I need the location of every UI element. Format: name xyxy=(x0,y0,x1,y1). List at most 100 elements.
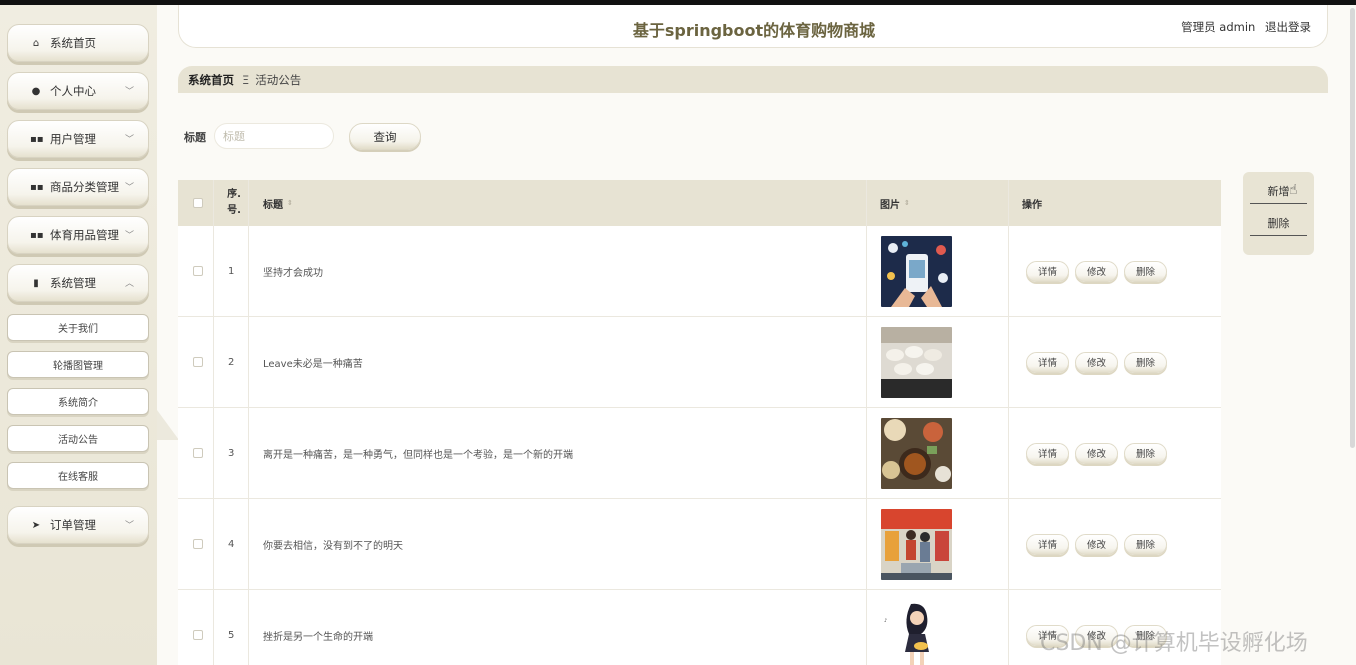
phone-apps-image[interactable] xyxy=(881,235,952,307)
sidebar-item-label: 系统管理 xyxy=(50,276,96,290)
table-row: 2 Leave未必是一种痛苦 详情 修改 删除 xyxy=(178,317,1221,408)
shopping-illustration-image[interactable] xyxy=(881,508,952,580)
search-input[interactable] xyxy=(214,123,334,149)
page-scrollbar[interactable] xyxy=(1350,8,1355,448)
home-icon: ⌂ xyxy=(32,37,40,49)
site-title: 基于springboot的体育购物商城 xyxy=(632,21,876,40)
table-row: 1 坚持才会成功 详情 修改 删除 xyxy=(178,226,1221,317)
row-checkbox[interactable] xyxy=(193,266,203,276)
detail-button[interactable]: 详情 xyxy=(1026,260,1069,282)
row-checkbox[interactable] xyxy=(193,357,203,367)
sidebar-item-personal[interactable]: ● 个人中心 ﹀ xyxy=(7,72,149,110)
action-panel: 新增 删除 xyxy=(1243,172,1314,255)
edit-button[interactable]: 修改 xyxy=(1075,351,1118,373)
bar-chart-icon: ▮ xyxy=(33,277,39,289)
header: 基于springboot的体育购物商城 管理员 admin 退出登录 xyxy=(178,5,1328,48)
sidebar-item-label: 商品分类管理 xyxy=(50,180,119,194)
sidebar-item-home[interactable]: ⌂ 系统首页 xyxy=(7,24,149,62)
girl-illustration-image[interactable]: ♪ xyxy=(881,599,952,665)
sidebar-item-label: 体育用品管理 xyxy=(50,228,119,242)
select-all-checkbox[interactable] xyxy=(193,198,203,208)
notice-table: 序.号. 标题 ⇕ 图片 ⇕ 操作 1 坚持才会成功 详情 修改 删除 2 Le… xyxy=(178,180,1221,665)
breadcrumb-home[interactable]: 系统首页 xyxy=(188,72,234,88)
send-icon: ➤ xyxy=(31,519,41,531)
sidebar-item-label: 订单管理 xyxy=(50,518,96,532)
sidebar-item-label: 用户管理 xyxy=(50,132,96,146)
grid-icon: ▪▪ xyxy=(30,181,44,193)
search-label: 标题 xyxy=(184,131,206,144)
sort-icon: ⇕ xyxy=(904,199,910,207)
edit-button[interactable]: 修改 xyxy=(1075,442,1118,464)
bulk-delete-button[interactable]: 删除 xyxy=(1250,210,1307,236)
header-user-area: 管理员 admin 退出登录 xyxy=(1175,19,1311,35)
sidebar-subitem-intro[interactable]: 系统简介 xyxy=(7,388,149,415)
table-row: 3 离开是一种痛苦，是一种勇气，但同样也是一个考验，是一个新的开端 详情 修改 … xyxy=(178,408,1221,499)
sidebar: ⌂ 系统首页 ● 个人中心 ﹀ ▪▪ 用户管理 ﹀ ▪▪ 商品分类管理 ﹀ ▪▪… xyxy=(0,5,157,665)
sidebar-subitem-notice[interactable]: 活动公告 xyxy=(7,425,149,452)
detail-button[interactable]: 详情 xyxy=(1026,351,1069,373)
column-header-ops-text: 操作 xyxy=(1022,199,1042,211)
column-header-image[interactable]: 图片 ⇕ xyxy=(880,180,910,226)
delete-button[interactable]: 删除 xyxy=(1124,351,1167,373)
detail-button[interactable]: 详情 xyxy=(1026,442,1069,464)
sidebar-subitem-carousel[interactable]: 轮播图管理 xyxy=(7,351,149,378)
row-title: 你要去相信，没有到不了的明天 xyxy=(263,540,403,552)
delete-button[interactable]: 删除 xyxy=(1124,533,1167,555)
row-title: 挫折是另一个生命的开端 xyxy=(263,631,373,643)
grid-icon: ▪▪ xyxy=(30,229,44,241)
chevron-down-icon: ﹀ xyxy=(124,135,134,145)
dumplings-image[interactable] xyxy=(881,326,952,398)
chevron-down-icon: ﹀ xyxy=(124,231,134,241)
sidebar-subitem-service[interactable]: 在线客服 xyxy=(7,462,149,489)
row-index: 2 xyxy=(228,356,235,368)
sidebar-item-users[interactable]: ▪▪ 用户管理 ﹀ xyxy=(7,120,149,158)
chevron-up-icon: ︿ xyxy=(124,279,134,289)
column-header-ops: 操作 xyxy=(1022,180,1042,226)
table-row: 4 你要去相信，没有到不了的明天 详情 修改 删除 xyxy=(178,499,1221,590)
svg-text:♪: ♪ xyxy=(884,618,887,624)
row-title: 坚持才会成功 xyxy=(263,267,323,279)
search-button[interactable]: 查询 xyxy=(349,123,421,150)
row-checkbox[interactable] xyxy=(193,630,203,640)
sidebar-item-label: 个人中心 xyxy=(50,84,96,98)
column-header-title[interactable]: 标题 ⇕ xyxy=(263,180,293,226)
current-user: 管理员 admin xyxy=(1181,20,1256,34)
chevron-down-icon: ﹀ xyxy=(124,183,134,193)
sort-icon: ⇕ xyxy=(287,199,293,207)
detail-button[interactable]: 详情 xyxy=(1026,533,1069,555)
food-table-image[interactable] xyxy=(881,417,952,489)
breadcrumb-separator-icon: Ξ xyxy=(242,72,250,87)
row-index: 1 xyxy=(228,265,235,277)
chevron-down-icon: ﹀ xyxy=(124,521,134,531)
row-checkbox[interactable] xyxy=(193,539,203,549)
row-index: 3 xyxy=(228,447,235,459)
watermark: CSDN @计算机毕设孵化场 xyxy=(1040,631,1308,656)
sidebar-item-system[interactable]: ▮ 系统管理 ︿ xyxy=(7,264,149,302)
edit-button[interactable]: 修改 xyxy=(1075,533,1118,555)
sidebar-subitem-about[interactable]: 关于我们 xyxy=(7,314,149,341)
column-header-image-text: 图片 xyxy=(880,199,900,211)
delete-button[interactable]: 删除 xyxy=(1124,260,1167,282)
chevron-down-icon: ﹀ xyxy=(124,87,134,97)
sidebar-item-sports-goods[interactable]: ▪▪ 体育用品管理 ﹀ xyxy=(7,216,149,254)
sidebar-item-label: 系统首页 xyxy=(50,36,96,50)
delete-button[interactable]: 删除 xyxy=(1124,442,1167,464)
decorative-triangle xyxy=(157,410,179,440)
breadcrumb: 系统首页 Ξ 活动公告 xyxy=(178,66,1328,93)
add-button[interactable]: 新增 xyxy=(1250,178,1307,204)
column-header-index: 序.号. xyxy=(227,189,241,216)
sidebar-item-orders[interactable]: ➤ 订单管理 ﹀ xyxy=(7,506,149,544)
select-all-cell xyxy=(193,180,203,226)
row-index: 4 xyxy=(228,538,235,550)
row-title: 离开是一种痛苦，是一种勇气，但同样也是一个考验，是一个新的开端 xyxy=(263,449,573,461)
column-header-title-text: 标题 xyxy=(263,199,283,211)
row-title: Leave未必是一种痛苦 xyxy=(263,358,363,370)
logout-link[interactable]: 退出登录 xyxy=(1265,20,1311,34)
user-icon: ● xyxy=(31,85,41,97)
row-checkbox[interactable] xyxy=(193,448,203,458)
row-index: 5 xyxy=(228,629,235,641)
mouse-cursor-icon: ☝ xyxy=(1289,182,1298,198)
edit-button[interactable]: 修改 xyxy=(1075,260,1118,282)
breadcrumb-current: 活动公告 xyxy=(255,72,302,87)
sidebar-item-category[interactable]: ▪▪ 商品分类管理 ﹀ xyxy=(7,168,149,206)
